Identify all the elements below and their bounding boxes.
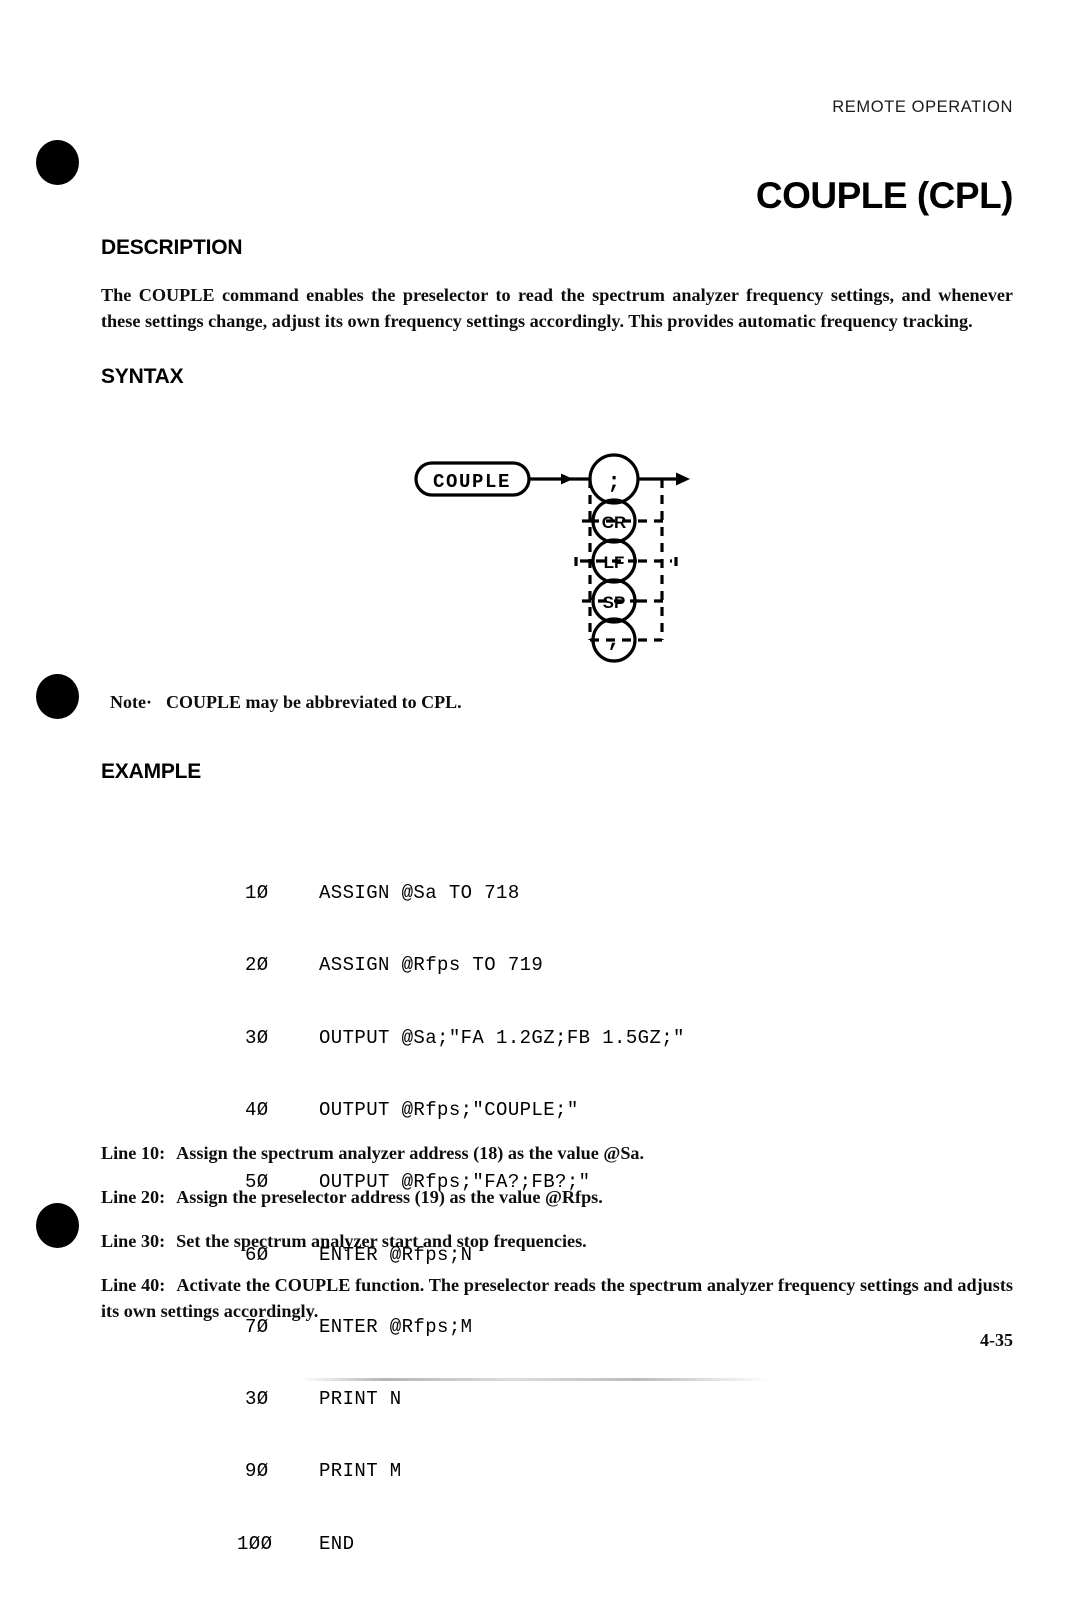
note-text: COUPLE may be abbreviated to CPL. bbox=[166, 692, 462, 712]
explanation-text: Assign the spectrum analyzer address (18… bbox=[176, 1143, 645, 1163]
terminator-label-semicolon: ; bbox=[607, 470, 620, 495]
running-header: REMOTE OPERATION bbox=[832, 98, 1013, 116]
explanation-line-30: Line 30: Set the spectrum analyzer start … bbox=[101, 1228, 1013, 1254]
command-box-label: COUPLE bbox=[433, 471, 511, 493]
explanation-label: Line 10: bbox=[101, 1143, 166, 1163]
code-line-number: 3Ø bbox=[245, 1026, 269, 1049]
code-line-number: 1Ø bbox=[245, 882, 269, 905]
code-line-text: OUTPUT @Rfps;"COUPLE;" bbox=[319, 1099, 579, 1122]
explanation-line-10: Line 10: Assign the spectrum analyzer add… bbox=[101, 1140, 1013, 1166]
code-line-text: ASSIGN @Sa TO 718 bbox=[319, 882, 520, 905]
arrow-into-junction bbox=[561, 473, 573, 485]
terminator-label-cr: CR bbox=[602, 513, 627, 532]
explanation-text: Set the spectrum analyzer start and stop… bbox=[176, 1231, 587, 1251]
code-line-text: PRINT N bbox=[319, 1388, 402, 1411]
code-line-number: 2Ø bbox=[245, 954, 269, 977]
terminator-label-lf: LF bbox=[604, 553, 625, 572]
code-line-number: 1ØØ bbox=[237, 1532, 273, 1555]
code-line-number: 4Ø bbox=[245, 1099, 269, 1122]
page-number: 4-35 bbox=[980, 1330, 1013, 1350]
code-line-text: ASSIGN @Rfps TO 719 bbox=[319, 954, 544, 977]
binder-hole-mark bbox=[36, 140, 79, 185]
section-heading-syntax: SYNTAX bbox=[101, 365, 184, 388]
explanation-text: Assign the preselector address (19) as t… bbox=[176, 1187, 603, 1207]
section-heading-example: EXAMPLE bbox=[101, 760, 202, 783]
arrow-exit bbox=[676, 472, 690, 486]
note-label: Note· bbox=[110, 692, 152, 712]
explanation-line-40: Line 40: Activate the COUPLE function. Th… bbox=[101, 1272, 1013, 1324]
code-row: 1ØØ END bbox=[237, 1532, 685, 1556]
code-row: 2Ø ASSIGN @Rfps TO 719 bbox=[245, 953, 685, 977]
code-listing: 1Ø ASSIGN @Sa TO 718 2Ø ASSIGN @Rfps TO 71… bbox=[237, 833, 685, 1604]
terminator-label-sp: SP bbox=[603, 593, 626, 612]
code-line-number: 3Ø bbox=[245, 1388, 269, 1411]
page-title: COUPLE (CPL) bbox=[755, 175, 1014, 216]
syntax-railroad-diagram: COUPLE ; CR LF SP , bbox=[390, 450, 710, 670]
binder-hole-mark bbox=[36, 674, 79, 719]
explanation-label: Line 40: bbox=[101, 1275, 166, 1295]
explanation-label: Line 20: bbox=[101, 1187, 166, 1207]
code-row: 3Ø PRINT N bbox=[245, 1387, 685, 1411]
code-row: 4Ø OUTPUT @Rfps;"COUPLE;" bbox=[245, 1098, 685, 1122]
description-paragraph: The COUPLE command enables the preselect… bbox=[101, 285, 1013, 331]
code-row: 9Ø PRINT M bbox=[245, 1459, 685, 1483]
terminator-label-comma: , bbox=[607, 628, 620, 653]
explanation-line-20: Line 20: Assign the preselector address (… bbox=[101, 1184, 1013, 1210]
document-page: REMOTE OPERATION COUPLE (CPL) DESCRIPTIO… bbox=[0, 0, 1080, 1555]
section-heading-description: DESCRIPTION bbox=[101, 236, 243, 259]
code-line-number: 9Ø bbox=[245, 1460, 269, 1483]
explanation-label: Line 30: bbox=[101, 1231, 166, 1251]
code-line-text: PRINT M bbox=[319, 1460, 402, 1483]
code-line-text: OUTPUT @Sa;"FA 1.2GZ;FB 1.5GZ;" bbox=[319, 1026, 685, 1049]
code-row: 1Ø ASSIGN @Sa TO 718 bbox=[245, 881, 685, 905]
explanation-text: Activate the COUPLE function. The presel… bbox=[101, 1275, 1013, 1321]
binder-hole-mark bbox=[36, 1203, 79, 1248]
code-row: 3Ø OUTPUT @Sa;"FA 1.2GZ;FB 1.5GZ;" bbox=[245, 1026, 685, 1050]
code-line-text: END bbox=[319, 1532, 355, 1555]
scan-artifact bbox=[300, 1378, 770, 1381]
note-line: Note· COUPLE may be abbreviated to CPL. bbox=[110, 692, 462, 713]
